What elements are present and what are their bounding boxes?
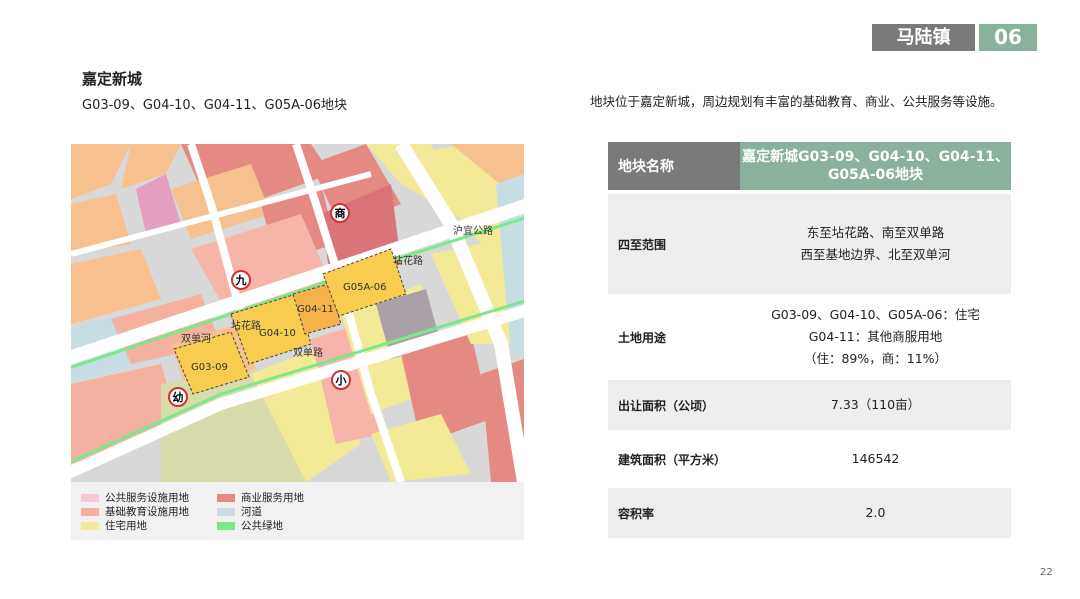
page-subtitle: G03-09、G04-10、G04-11、G05A-06地块 [82, 98, 348, 113]
legend-item: 住宅用地 [81, 518, 147, 533]
page-title: 嘉定新城 [82, 70, 143, 88]
legend-item: 河道 [217, 504, 262, 519]
marker-kindergarten: 幼 [168, 387, 188, 407]
row-value: 2.0 [740, 488, 1011, 538]
legend-item: 公共服务设施用地 [81, 490, 189, 505]
marker-nine: 九 [231, 270, 251, 290]
row-value: G03-09、G04-10、G05A-06：住宅 G04-11：其他商服用地 （住：… [771, 307, 980, 366]
row-label: 出让面积（公顷） [608, 380, 740, 430]
map-legend: 公共服务设施用地 商业服务用地 基础教育设施用地 河道 住宅用地 公共绿地 [71, 482, 524, 540]
row-label: 容积率 [608, 488, 740, 538]
legend-swatch [217, 508, 235, 516]
table-row: 土地用途 G03-09、G04-10、G05A-06：住宅 G04-11：其他商服… [608, 298, 1011, 376]
svg-text:九: 九 [235, 273, 247, 287]
road-label: 双单河 [181, 333, 211, 345]
row-value: 7.33（110亩） [740, 380, 1011, 430]
svg-text:小: 小 [335, 373, 347, 387]
legend-swatch [81, 522, 99, 530]
parcel-label: G03-09 [191, 362, 228, 373]
row-label: 四至范围 [608, 194, 740, 294]
road-label: 沪宜公路 [453, 224, 493, 237]
land-use-map: G03-09 G04-10 G04-11 G05A-06 双单河 双单路 坫花路… [71, 144, 524, 540]
marker-commercial: 商 [330, 203, 350, 223]
row-value: 146542 [851, 451, 900, 466]
legend-swatch [81, 508, 99, 516]
legend-swatch [217, 494, 235, 502]
parcel-info-table: 地块名称 嘉定新城G03-09、G04-10、G04-11、G05A-06地块 … [608, 142, 1011, 538]
legend-item: 基础教育设施用地 [81, 504, 189, 519]
road-label: 坫花路 [231, 319, 261, 332]
table-row: 出让面积（公顷） 7.33（110亩） [608, 380, 1011, 430]
table-header-row: 地块名称 嘉定新城G03-09、G04-10、G04-11、G05A-06地块 [608, 142, 1011, 190]
table-row: 建筑面积（平方米） 146542 [608, 434, 1011, 484]
parcel-label: G04-10 [259, 328, 296, 339]
page-description: 地块位于嘉定新城，周边规划有丰富的基础教育、商业、公共服务等设施。 [590, 94, 1003, 109]
parcel-label: G04-11 [297, 304, 334, 315]
row-label: 建筑面积（平方米） [618, 452, 727, 467]
row-label: 土地用途 [618, 330, 667, 345]
legend-item: 公共绿地 [217, 518, 283, 533]
legend-swatch [217, 522, 235, 530]
section-number-tag: 06 [979, 24, 1037, 51]
legend-item: 商业服务用地 [217, 490, 304, 505]
road-label: 坫花路 [393, 254, 423, 267]
road-label: 双单路 [293, 346, 323, 359]
table-header-label: 地块名称 [608, 142, 740, 190]
table-row: 容积率 2.0 [608, 488, 1011, 538]
page-number: 22 [1040, 567, 1053, 578]
parcel-label: G05A-06 [343, 282, 386, 293]
table-header-value: 嘉定新城G03-09、G04-10、G04-11、G05A-06地块 [740, 142, 1011, 190]
town-tag: 马陆镇 [872, 24, 975, 51]
table-row: 四至范围 东至坫花路、南至双单路 西至基地边界、北至双单河 [608, 194, 1011, 294]
svg-text:幼: 幼 [173, 390, 184, 404]
marker-primary: 小 [331, 370, 351, 390]
svg-text:商: 商 [335, 206, 346, 220]
legend-swatch [81, 494, 99, 502]
map-drawing: G03-09 G04-10 G04-11 G05A-06 双单河 双单路 坫花路… [71, 144, 524, 482]
row-value: 东至坫花路、南至双单路 西至基地边界、北至双单河 [740, 194, 1011, 294]
